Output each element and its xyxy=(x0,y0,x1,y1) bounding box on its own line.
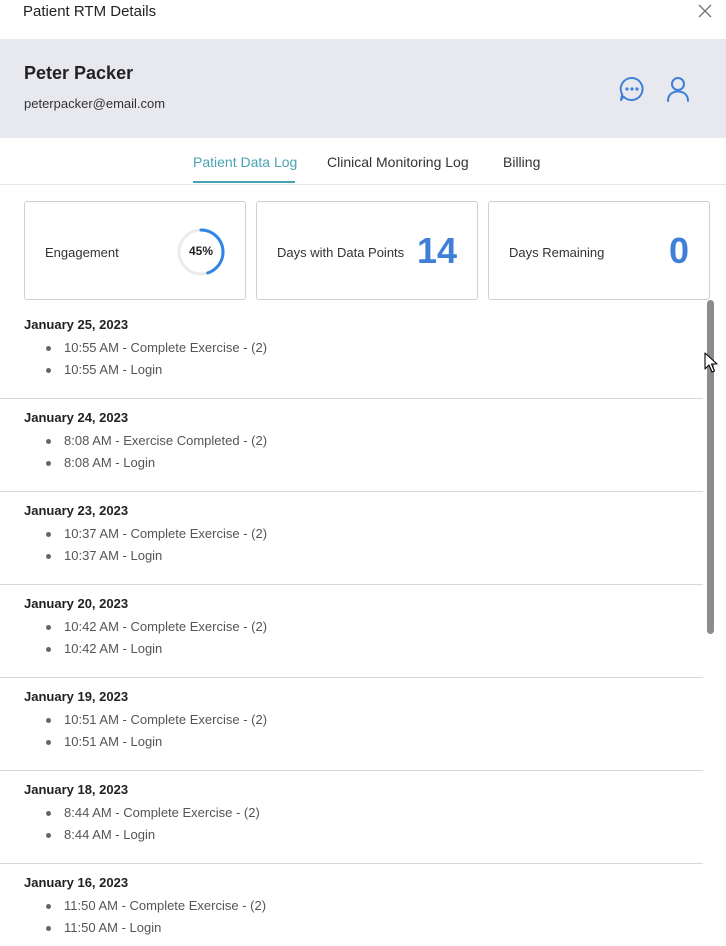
patient-header: Peter Packer peterpacker@email.com xyxy=(0,39,726,138)
log-entry: 8:08 AM - Exercise Completed - (2) xyxy=(46,430,267,452)
engagement-label: Engagement xyxy=(45,245,119,260)
log-date: January 18, 2023 xyxy=(24,782,129,797)
log-entry-list: 10:42 AM - Complete Exercise - (2) 10:42… xyxy=(46,616,267,660)
log-day: January 18, 2023 8:44 AM - Complete Exer… xyxy=(0,771,703,864)
patient-name: Peter Packer xyxy=(24,63,134,83)
engagement-card: Engagement 45% xyxy=(24,201,246,300)
log-entry: 10:37 AM - Login xyxy=(46,545,267,567)
patient-data-log: January 25, 2023 10:55 AM - Complete Exe… xyxy=(0,306,703,946)
log-entry-list: 8:44 AM - Complete Exercise - (2) 8:44 A… xyxy=(46,802,260,846)
modal-titlebar: Patient RTM Details xyxy=(0,0,726,38)
log-entry-list: 10:55 AM - Complete Exercise - (2) 10:55… xyxy=(46,337,267,381)
log-entry-list: 10:51 AM - Complete Exercise - (2) 10:51… xyxy=(46,709,267,753)
tab-patient-data-log[interactable]: Patient Data Log xyxy=(193,154,297,170)
chat-bubble-icon[interactable] xyxy=(618,75,646,103)
log-entry: 10:42 AM - Complete Exercise - (2) xyxy=(46,616,267,638)
log-date: January 16, 2023 xyxy=(24,875,129,890)
log-entry: 10:55 AM - Complete Exercise - (2) xyxy=(46,337,267,359)
log-date: January 20, 2023 xyxy=(24,596,129,611)
log-entry-list: 8:08 AM - Exercise Completed - (2) 8:08 … xyxy=(46,430,267,474)
log-entry: 10:37 AM - Complete Exercise - (2) xyxy=(46,523,267,545)
log-date: January 23, 2023 xyxy=(24,503,129,518)
log-entry: 10:51 AM - Complete Exercise - (2) xyxy=(46,709,267,731)
days-with-data-value: 14 xyxy=(417,230,458,271)
log-entry: 8:08 AM - Login xyxy=(46,452,267,474)
days-remaining-label: Days Remaining xyxy=(509,245,605,260)
close-icon[interactable] xyxy=(696,2,714,20)
patient-email: peterpacker@email.com xyxy=(24,96,166,111)
log-entry-list: 11:50 AM - Complete Exercise - (2) 11:50… xyxy=(46,895,266,939)
log-entry: 11:50 AM - Complete Exercise - (2) xyxy=(46,895,266,917)
engagement-value: 45% xyxy=(188,244,214,258)
log-entry: 10:55 AM - Login xyxy=(46,359,267,381)
days-with-data-card: Days with Data Points 14 xyxy=(256,201,478,300)
log-day: January 25, 2023 10:55 AM - Complete Exe… xyxy=(0,306,703,399)
log-entry: 11:50 AM - Login xyxy=(46,917,266,939)
log-day: January 19, 2023 10:51 AM - Complete Exe… xyxy=(0,678,703,771)
log-day: January 24, 2023 8:08 AM - Exercise Comp… xyxy=(0,399,703,492)
tab-clinical-monitoring-log[interactable]: Clinical Monitoring Log xyxy=(327,154,469,170)
days-remaining-value: 0 xyxy=(669,230,690,271)
days-remaining-card: Days Remaining 0 xyxy=(488,201,710,300)
active-tab-indicator xyxy=(193,181,295,183)
log-entry: 8:44 AM - Complete Exercise - (2) xyxy=(46,802,260,824)
log-entry: 10:42 AM - Login xyxy=(46,638,267,660)
log-entry: 8:44 AM - Login xyxy=(46,824,260,846)
tab-bar: Patient Data Log Clinical Monitoring Log… xyxy=(0,138,726,185)
scrollbar-thumb[interactable] xyxy=(707,300,714,634)
log-day: January 23, 2023 10:37 AM - Complete Exe… xyxy=(0,492,703,585)
log-date: January 25, 2023 xyxy=(24,317,129,332)
log-entry-list: 10:37 AM - Complete Exercise - (2) 10:37… xyxy=(46,523,267,567)
log-day: January 16, 2023 11:50 AM - Complete Exe… xyxy=(0,864,703,946)
modal-title: Patient RTM Details xyxy=(23,3,157,20)
log-entry: 10:51 AM - Login xyxy=(46,731,267,753)
log-day: January 20, 2023 10:42 AM - Complete Exe… xyxy=(0,585,703,678)
tab-billing[interactable]: Billing xyxy=(503,154,540,170)
mouse-pointer-icon xyxy=(704,352,718,373)
user-icon[interactable] xyxy=(664,75,692,103)
log-date: January 24, 2023 xyxy=(24,410,129,425)
days-with-data-label: Days with Data Points xyxy=(277,245,405,260)
log-date: January 19, 2023 xyxy=(24,689,129,704)
